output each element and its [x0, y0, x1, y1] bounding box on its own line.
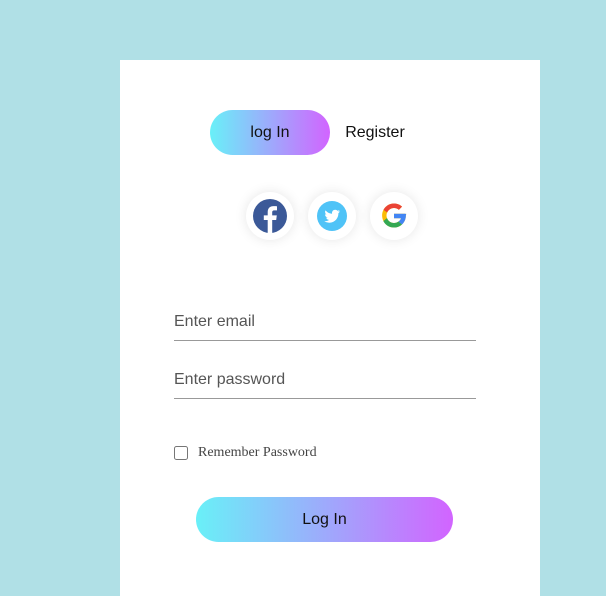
auth-tabs: log In Register: [210, 110, 450, 155]
tab-register-label: Register: [345, 123, 405, 141]
tab-register[interactable]: Register: [330, 110, 420, 155]
email-field[interactable]: [174, 304, 476, 341]
tab-login[interactable]: log In: [210, 110, 330, 155]
tab-login-label: log In: [250, 123, 290, 141]
remember-password-label: Remember Password: [198, 445, 317, 460]
google-login-button[interactable]: [370, 192, 418, 240]
facebook-login-button[interactable]: [246, 192, 294, 240]
google-icon: [382, 203, 407, 228]
social-login-buttons: [246, 192, 426, 242]
login-submit-button[interactable]: Log In: [196, 497, 453, 542]
facebook-icon: [253, 199, 287, 233]
twitter-login-button[interactable]: [308, 192, 356, 240]
login-submit-label: Log In: [302, 510, 347, 528]
login-card: log In Register Enter email Remember Pas…: [120, 60, 540, 596]
remember-password-checkbox[interactable]: [174, 446, 188, 460]
password-field[interactable]: [174, 362, 476, 399]
twitter-icon: [317, 201, 347, 231]
remember-password-row: Remember Password: [174, 443, 317, 463]
